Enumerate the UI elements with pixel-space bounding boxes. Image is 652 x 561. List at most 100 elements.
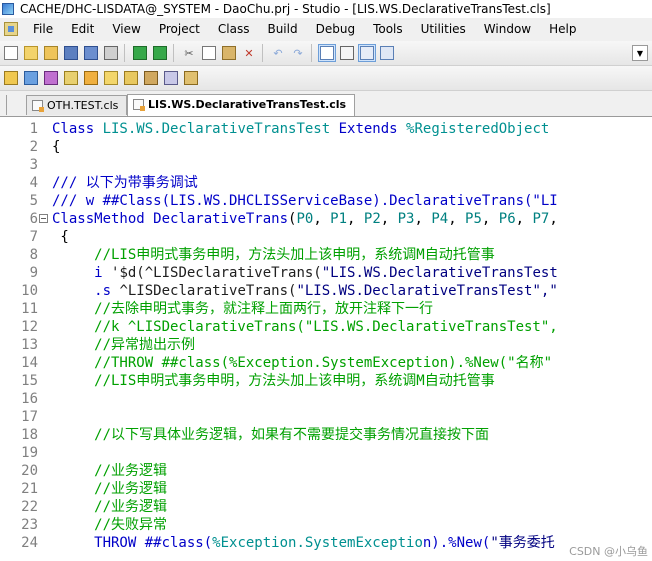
projection-icon[interactable] bbox=[182, 69, 200, 87]
code-line[interactable]: 4 /// 以下为带事务调试 bbox=[0, 174, 652, 192]
tab-oth-test[interactable]: OTH.TEST.cls bbox=[26, 95, 128, 115]
line-number: 5 bbox=[29, 193, 38, 209]
parameter-icon[interactable] bbox=[62, 69, 80, 87]
forward-arrow-icon[interactable] bbox=[151, 44, 169, 62]
trigger-icon[interactable] bbox=[122, 69, 140, 87]
code-text: //k ^LISDeclarativeTrans("LIS.WS.Declara… bbox=[52, 318, 558, 336]
code-line[interactable]: 7 { bbox=[0, 228, 652, 246]
code-line[interactable]: 1 Class LIS.WS.DeclarativeTransTest Exten… bbox=[0, 120, 652, 138]
index-icon[interactable] bbox=[102, 69, 120, 87]
view-split-icon[interactable] bbox=[378, 44, 396, 62]
code-line[interactable]: 22 //业务逻辑 bbox=[0, 498, 652, 516]
code-line[interactable]: 6 ClassMethod DeclarativeTrans(P0, P1, P2… bbox=[0, 210, 652, 228]
code-token: //去除申明式事务，就注释上面两行，放开注释下一行 bbox=[52, 301, 433, 317]
back-arrow-icon[interactable] bbox=[131, 44, 149, 62]
code-line[interactable]: 18 //以下写具体业务逻辑，如果有不需要提交事务情况直接按下面 bbox=[0, 426, 652, 444]
undo-icon[interactable]: ↶ bbox=[269, 44, 287, 62]
code-token: { bbox=[52, 139, 61, 155]
view-code-icon[interactable] bbox=[318, 44, 336, 62]
code-line[interactable]: 8 //LIS申明式事务申明，方法头加上该申明，系统调M自动托管事 bbox=[0, 246, 652, 264]
code-line[interactable]: 15 //LIS申明式事务申明，方法头加上该申明，系统调M自动托管事 bbox=[0, 372, 652, 390]
menu-window[interactable]: Window bbox=[475, 19, 540, 39]
code-token: ClassMethod bbox=[52, 211, 154, 227]
code-text: i '$d(^LISDeclarativeTrans("LIS.WS.Decla… bbox=[52, 264, 558, 282]
code-line[interactable]: 20 //业务逻辑 bbox=[0, 462, 652, 480]
code-line[interactable]: 12 //k ^LISDeclarativeTrans("LIS.WS.Decl… bbox=[0, 318, 652, 336]
code-token: "LIS.WS.DeclarativeTransTest bbox=[321, 265, 558, 281]
code-line[interactable]: 14 //THROW ##class(%Exception.SystemExce… bbox=[0, 354, 652, 372]
line-number: 6 bbox=[29, 211, 38, 227]
save-all-icon[interactable] bbox=[82, 44, 100, 62]
menu-tools[interactable]: Tools bbox=[364, 19, 412, 39]
menu-debug[interactable]: Debug bbox=[307, 19, 364, 39]
copy-icon[interactable] bbox=[200, 44, 218, 62]
menu-project[interactable]: Project bbox=[150, 19, 209, 39]
code-token: , bbox=[347, 211, 364, 227]
code-token: ^LISDeclarativeTrans( bbox=[119, 283, 297, 299]
line-number: 3 bbox=[29, 157, 38, 173]
query-icon[interactable] bbox=[82, 69, 100, 87]
toolbar-dropdown[interactable]: ▼ bbox=[632, 45, 648, 61]
code-line[interactable]: 17 bbox=[0, 408, 652, 426]
line-number: 24 bbox=[21, 535, 38, 551]
menu-utilities[interactable]: Utilities bbox=[412, 19, 475, 39]
method-icon[interactable] bbox=[42, 69, 60, 87]
code-line[interactable]: 16 bbox=[0, 390, 652, 408]
line-number: 17 bbox=[21, 409, 38, 425]
line-number: 4 bbox=[29, 175, 38, 191]
code-line[interactable]: 13 //异常抛出示例 bbox=[0, 336, 652, 354]
code-token: , bbox=[549, 211, 558, 227]
menu-build[interactable]: Build bbox=[258, 19, 306, 39]
class-icon[interactable] bbox=[2, 69, 20, 87]
code-token: Extends bbox=[338, 121, 407, 137]
code-line[interactable]: 9 i '$d(^LISDeclarativeTrans("LIS.WS.Dec… bbox=[0, 264, 652, 282]
line-number: 10 bbox=[21, 283, 38, 299]
open-folder-icon[interactable] bbox=[22, 44, 40, 62]
code-token: //异常抛出示例 bbox=[52, 337, 196, 353]
code-text: //业务逻辑 bbox=[52, 480, 167, 498]
menu-file[interactable]: File bbox=[24, 19, 62, 39]
line-number: 8 bbox=[29, 247, 38, 263]
view-inspector-icon[interactable] bbox=[358, 44, 376, 62]
code-line[interactable]: 5 /// w ##Class(LIS.WS.DHCLISServiceBase)… bbox=[0, 192, 652, 210]
code-token: P3 bbox=[397, 211, 415, 227]
document-icon[interactable] bbox=[4, 22, 18, 36]
view-document-icon[interactable] bbox=[338, 44, 356, 62]
code-token: , bbox=[515, 211, 533, 227]
code-token: , bbox=[414, 211, 432, 227]
code-line[interactable]: 23 //失败异常 bbox=[0, 516, 652, 534]
open-folder-alt-icon[interactable] bbox=[42, 44, 60, 62]
code-line[interactable]: 19 bbox=[0, 444, 652, 462]
xdata-icon[interactable] bbox=[162, 69, 180, 87]
code-line[interactable]: 2{ bbox=[0, 138, 652, 156]
code-line[interactable]: 10 .s ^LISDeclarativeTrans("LIS.WS.Decla… bbox=[0, 282, 652, 300]
code-text: //业务逻辑 bbox=[52, 462, 167, 480]
code-token: %RegisteredObject bbox=[406, 121, 550, 137]
menu-class[interactable]: Class bbox=[209, 19, 259, 39]
print-icon[interactable] bbox=[102, 44, 120, 62]
code-line[interactable]: 24 THROW ##class(%Exception.SystemExcept… bbox=[0, 534, 652, 552]
fold-toggle-icon[interactable] bbox=[39, 214, 48, 223]
menu-edit[interactable]: Edit bbox=[62, 19, 103, 39]
delete-icon[interactable]: ✕ bbox=[240, 44, 258, 62]
code-line[interactable]: 3 bbox=[0, 156, 652, 174]
menu-help[interactable]: Help bbox=[540, 19, 585, 39]
code-line[interactable]: 21 //业务逻辑 bbox=[0, 480, 652, 498]
code-text: { bbox=[52, 138, 60, 156]
title-bar: CACHE/DHC-LISDATA@_SYSTEM - DaoChu.prj -… bbox=[0, 0, 652, 18]
line-number: 13 bbox=[21, 337, 38, 353]
line-number: 20 bbox=[21, 463, 38, 479]
new-icon[interactable] bbox=[2, 44, 20, 62]
tab-declarative-trans-test[interactable]: LIS.WS.DeclarativeTransTest.cls bbox=[127, 94, 356, 116]
paste-icon[interactable] bbox=[220, 44, 238, 62]
redo-icon[interactable]: ↷ bbox=[289, 44, 307, 62]
property-icon[interactable] bbox=[22, 69, 40, 87]
save-icon[interactable] bbox=[62, 44, 80, 62]
code-token: , bbox=[448, 211, 466, 227]
code-token: P2 bbox=[363, 211, 381, 227]
storage-icon[interactable] bbox=[142, 69, 160, 87]
cut-icon[interactable]: ✂ bbox=[180, 44, 198, 62]
menu-view[interactable]: View bbox=[103, 19, 149, 39]
code-editor[interactable]: 1 Class LIS.WS.DeclarativeTransTest Exten… bbox=[0, 117, 652, 561]
code-line[interactable]: 11 //去除申明式事务，就注释上面两行，放开注释下一行 bbox=[0, 300, 652, 318]
